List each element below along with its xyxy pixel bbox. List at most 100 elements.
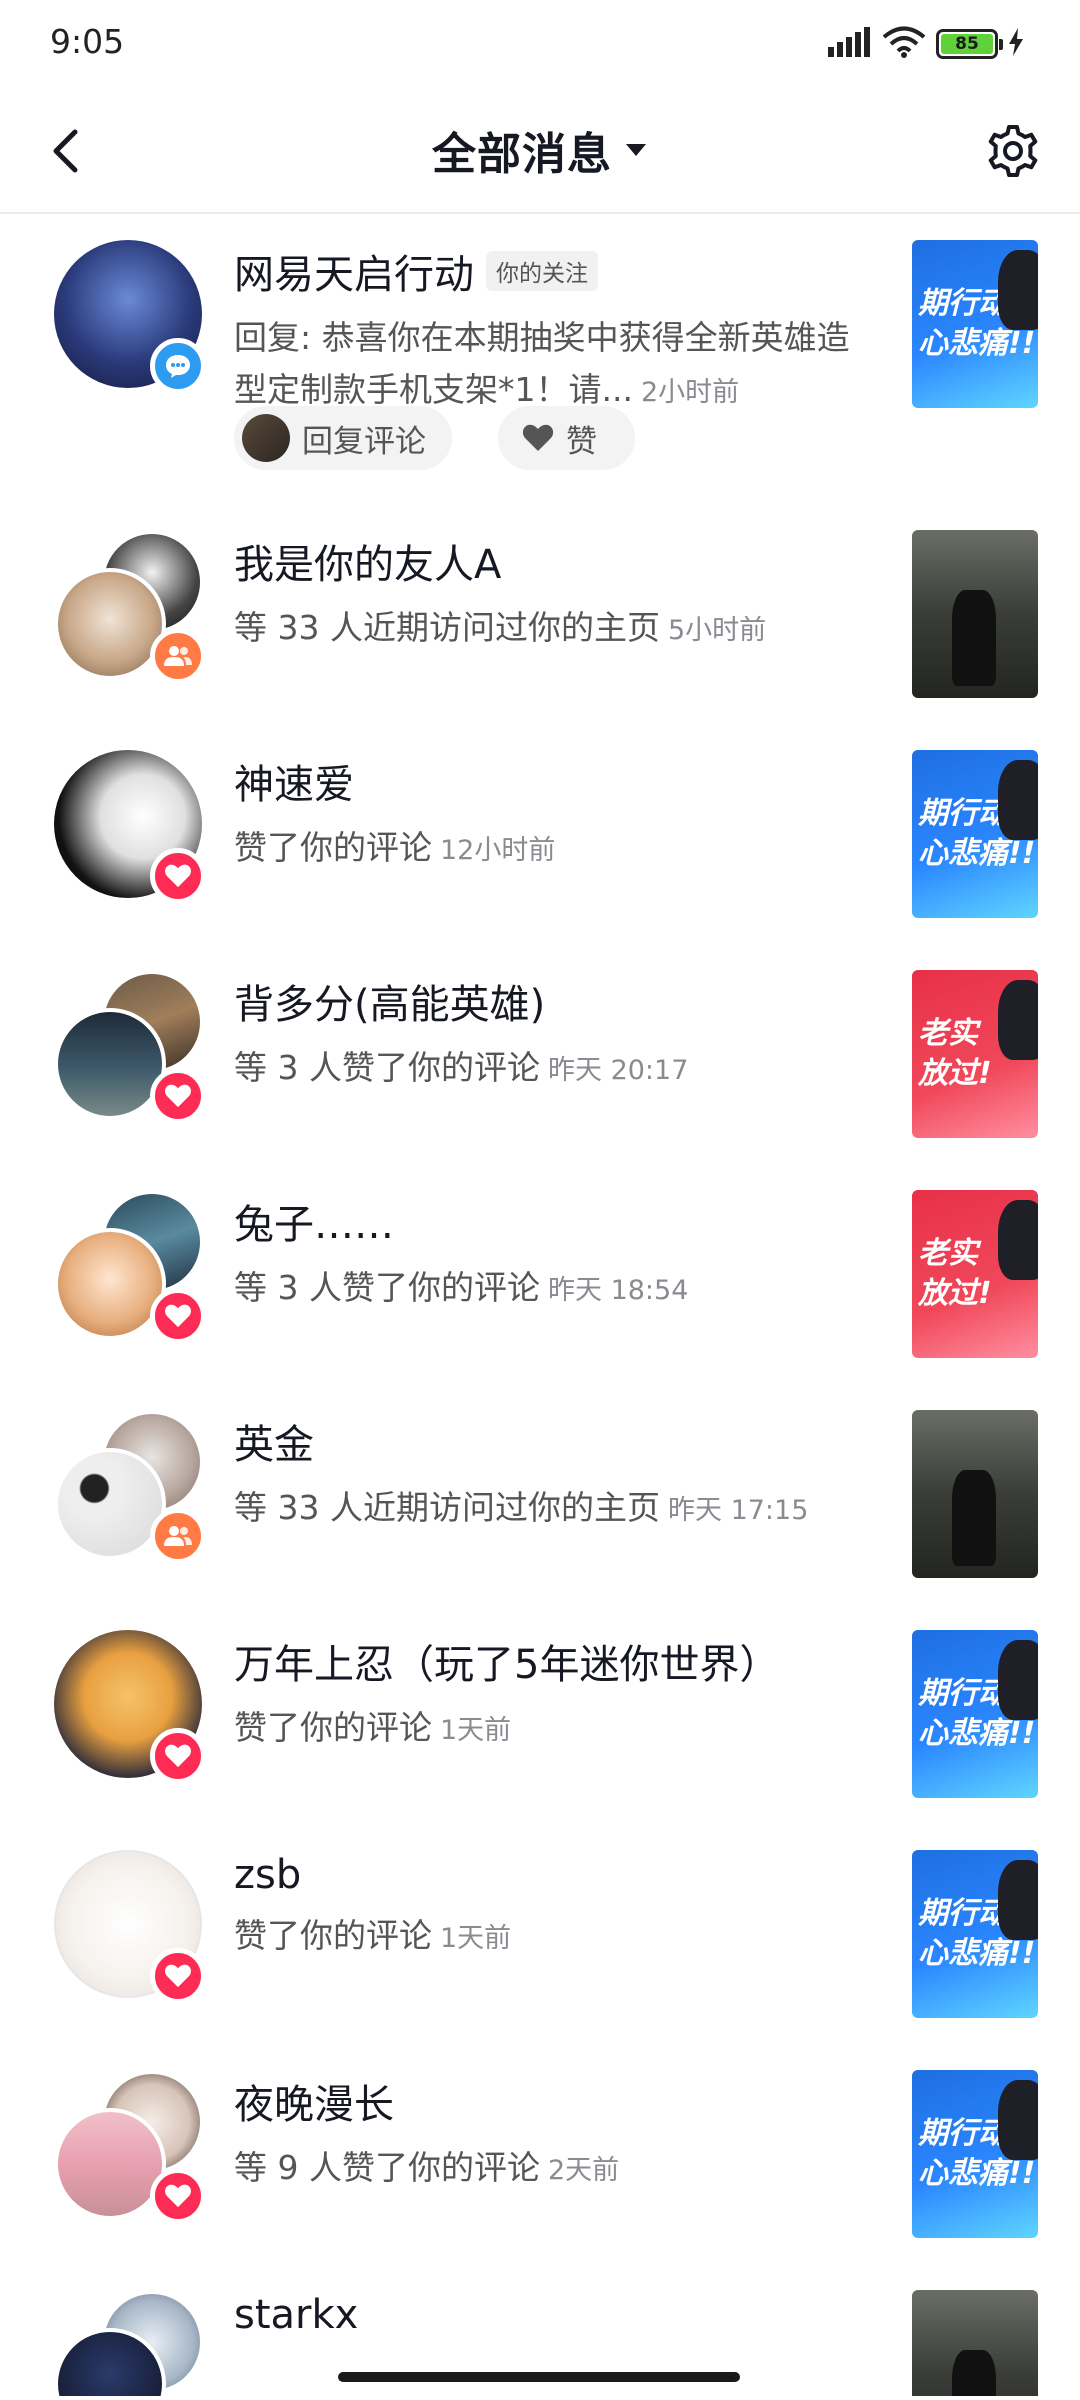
post-thumbnail[interactable]: 期行动 心悲痛!! xyxy=(912,2070,1038,2238)
like-button[interactable]: 赞 xyxy=(498,406,635,470)
post-thumbnail[interactable] xyxy=(912,530,1038,698)
message-content[interactable]: 英金 等 33 人近期访问过你的主页 昨天 17:15 xyxy=(234,1412,874,1537)
avatar xyxy=(54,1008,166,1120)
user-name[interactable]: starkx xyxy=(234,2292,358,2338)
message-text: 等 3 人赞了你的评论 昨天 20:17 xyxy=(234,1042,874,1097)
list-item[interactable]: 我是你的友人A 等 33 人近期访问过你的主页 5小时前 xyxy=(0,506,1080,726)
list-item[interactable]: 英金 等 33 人近期访问过你的主页 昨天 17:15 xyxy=(0,1386,1080,1606)
list-item[interactable]: zsb 赞了你的评论 1天前 期行动 心悲痛!! xyxy=(0,1826,1080,2046)
timestamp: 2小时前 xyxy=(640,377,740,408)
like-badge xyxy=(150,848,206,904)
post-thumbnail[interactable] xyxy=(912,1410,1038,1578)
status-icons: 85 xyxy=(826,26,1024,62)
message-text: 赞了你的评论 1天前 xyxy=(234,1910,874,1965)
settings-button[interactable] xyxy=(976,114,1050,188)
user-name[interactable]: 我是你的友人A xyxy=(234,532,501,590)
thumb-text: 心悲痛!! xyxy=(918,836,1036,871)
user-name[interactable]: 网易天启行动 xyxy=(234,242,474,300)
message-content[interactable]: 万年上忍（玩了5年迷你世界） 赞了你的评论 1天前 xyxy=(234,1632,874,1757)
message-text: 赞了你的评论 12小时前 xyxy=(234,822,874,877)
post-thumbnail[interactable]: 老实 放过! xyxy=(912,1190,1038,1358)
timestamp: 1天前 xyxy=(440,1923,512,1954)
activity-text: 赞了你的评论 xyxy=(234,1708,432,1747)
signal-icon xyxy=(826,27,872,61)
list-item[interactable]: 万年上忍（玩了5年迷你世界） 赞了你的评论 1天前 期行动 心悲痛!! xyxy=(0,1606,1080,1826)
avatar-group[interactable] xyxy=(54,2070,206,2224)
thumb-text: 老实 xyxy=(918,1236,978,1271)
reply-comment-button[interactable]: 回复评论 xyxy=(234,406,452,470)
post-thumbnail[interactable]: 期行动 心悲痛!! xyxy=(912,240,1038,408)
message-text: 赞了你的评论 1天前 xyxy=(234,1702,874,1757)
timestamp: 5小时前 xyxy=(667,615,767,646)
like-badge xyxy=(150,1728,206,1784)
activity-text: 赞了你的评论 xyxy=(234,828,432,867)
reply-comment-label: 回复评论 xyxy=(302,423,426,460)
user-name[interactable]: 背多分(高能英雄) xyxy=(234,972,545,1030)
message-list: 网易天启行动 你的关注 回复: 恭喜你在本期抽奖中获得全新英雄造型定制款手机支架… xyxy=(0,216,1080,2396)
avatar-group[interactable] xyxy=(54,240,206,394)
charging-icon xyxy=(1008,28,1024,60)
post-thumbnail[interactable]: 老实放过! xyxy=(912,970,1038,1138)
post-thumbnail[interactable] xyxy=(912,2290,1038,2396)
message-text: 等 3 人赞了你的评论 昨天 18:54 xyxy=(234,1262,874,1317)
message-filter-dropdown[interactable]: 全部消息 xyxy=(0,118,1080,182)
thumb-text: 心悲痛!! xyxy=(918,2156,1036,2191)
activity-text: 等 33 人近期访问过你的主页 xyxy=(234,1488,660,1527)
battery-icon: 85 xyxy=(936,29,1003,59)
user-name[interactable]: 夜晚漫长 xyxy=(234,2072,394,2130)
avatar xyxy=(54,1228,166,1340)
message-content[interactable]: 神速爱 赞了你的评论 12小时前 xyxy=(234,752,874,877)
avatar-group[interactable] xyxy=(54,530,206,684)
user-name[interactable]: 万年上忍（玩了5年迷你世界） xyxy=(234,1632,779,1690)
page-title: 全部消息 xyxy=(432,129,612,180)
like-label: 赞 xyxy=(566,423,597,460)
comment-badge xyxy=(150,338,206,394)
gear-icon xyxy=(988,125,1038,177)
message-content[interactable]: 网易天启行动 你的关注 回复: 恭喜你在本期抽奖中获得全新英雄造型定制款手机支架… xyxy=(234,242,874,419)
like-badge xyxy=(150,1948,206,2004)
thumb-text: 放过! xyxy=(918,1056,992,1091)
list-item[interactable]: 背多分(高能英雄) 等 3 人赞了你的评论 昨天 20:17 老实放过! xyxy=(0,946,1080,1166)
avatar-group[interactable] xyxy=(54,1630,206,1784)
avatar-group[interactable] xyxy=(54,2290,204,2396)
activity-text: 赞了你的评论 xyxy=(234,1916,432,1955)
user-name[interactable]: zsb xyxy=(234,1852,301,1898)
user-name[interactable]: 英金 xyxy=(234,1412,314,1470)
avatar xyxy=(54,1448,166,1560)
users-icon xyxy=(164,1526,192,1546)
activity-text: 等 3 人赞了你的评论 xyxy=(234,1268,540,1307)
avatar-group[interactable] xyxy=(54,1850,206,2004)
list-item[interactable]: 网易天启行动 你的关注 回复: 恭喜你在本期抽奖中获得全新英雄造型定制款手机支架… xyxy=(0,216,1080,506)
message-content[interactable]: 兔子…… 等 3 人赞了你的评论 昨天 18:54 xyxy=(234,1192,874,1317)
thumb-text: 老实 xyxy=(918,1016,978,1051)
visitors-badge xyxy=(150,628,206,684)
timestamp: 2天前 xyxy=(547,2155,620,2186)
message-content[interactable]: zsb 赞了你的评论 1天前 xyxy=(234,1852,874,1965)
avatar-group[interactable] xyxy=(54,1410,206,1564)
message-content[interactable]: 夜晚漫长 等 9 人赞了你的评论 2天前 xyxy=(234,2072,874,2197)
thumb-text: 心悲痛!! xyxy=(918,1716,1036,1751)
post-thumbnail[interactable]: 期行动 心悲痛!! xyxy=(912,1630,1038,1798)
like-badge xyxy=(150,2168,206,2224)
avatar-group[interactable] xyxy=(54,1190,206,1344)
message-content[interactable]: 我是你的友人A 等 33 人近期访问过你的主页 5小时前 xyxy=(234,532,874,657)
user-name[interactable]: 神速爱 xyxy=(234,752,354,810)
avatar-group[interactable] xyxy=(54,750,206,904)
heart-icon xyxy=(165,1084,191,1108)
list-item[interactable]: 神速爱 赞了你的评论 12小时前 期行动 心悲痛!! xyxy=(0,726,1080,946)
timestamp: 昨天 18:54 xyxy=(547,1275,689,1306)
message-content[interactable]: 背多分(高能英雄) 等 3 人赞了你的评论 昨天 20:17 xyxy=(234,972,874,1097)
list-item[interactable]: 夜晚漫长 等 9 人赞了你的评论 2天前 期行动 心悲痛!! xyxy=(0,2046,1080,2266)
home-indicator[interactable] xyxy=(338,2372,740,2382)
wifi-icon xyxy=(882,26,926,62)
avatar xyxy=(54,2108,166,2220)
message-content[interactable]: starkx xyxy=(234,2292,874,2338)
comment-icon xyxy=(166,355,190,378)
user-name[interactable]: 兔子…… xyxy=(234,1192,394,1250)
activity-text: 等 33 人近期访问过你的主页 xyxy=(234,608,660,647)
avatar-group[interactable] xyxy=(54,970,206,1124)
list-item[interactable]: 兔子…… 等 3 人赞了你的评论 昨天 18:54 老实 放过! xyxy=(0,1166,1080,1386)
post-thumbnail[interactable]: 期行动 心悲痛!! xyxy=(912,1850,1038,2018)
thumb-text: 心悲痛!! xyxy=(918,326,1036,361)
post-thumbnail[interactable]: 期行动 心悲痛!! xyxy=(912,750,1038,918)
